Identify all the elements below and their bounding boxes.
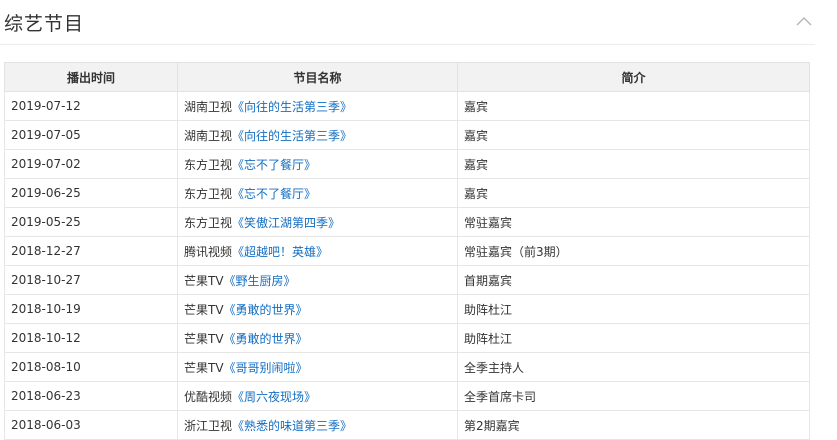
air-date-cell: 2019-07-05 (4, 120, 178, 150)
variety-show-table: 播出时间 节目名称 简介 2019-07-12 湖南卫视《向往的生活第三季》 嘉宾 2… (4, 62, 810, 440)
chevron-up-icon (796, 17, 812, 26)
air-date-cell: 2018-10-19 (4, 294, 178, 324)
channel-name: 芒果TV (184, 302, 224, 317)
air-date-cell: 2018-10-12 (4, 323, 178, 353)
show-link[interactable]: 《野生厨房》 (224, 274, 296, 288)
table-row: 2018-10-27 芒果TV《野生厨房》 首期嘉宾 (4, 265, 810, 295)
show-link[interactable]: 《忘不了餐厅》 (232, 187, 316, 201)
show-name-cell: 芒果TV《勇敢的世界》 (177, 323, 458, 353)
description-cell: 常驻嘉宾 (457, 207, 810, 237)
air-date-cell: 2019-07-02 (4, 149, 178, 179)
show-link[interactable]: 《勇敢的世界》 (224, 303, 308, 317)
show-name-cell: 湖南卫视《向往的生活第三季》 (177, 91, 458, 121)
description-cell: 助阵杜江 (457, 323, 810, 353)
show-name-cell: 浙江卫视《熟悉的味道第三季》 (177, 410, 458, 440)
show-name-cell: 芒果TV《野生厨房》 (177, 265, 458, 295)
section-title: 综艺节目 (4, 13, 85, 35)
header-description: 简介 (457, 62, 810, 92)
air-date-cell: 2018-06-23 (4, 381, 178, 411)
channel-name: 湖南卫视 (184, 128, 233, 143)
show-name-cell: 腾讯视频《超越吧！英雄》 (177, 236, 458, 266)
show-name-cell: 湖南卫视《向往的生活第三季》 (177, 120, 458, 150)
channel-name: 芒果TV (184, 360, 224, 375)
air-date-cell: 2018-12-27 (4, 236, 178, 266)
channel-name: 东方卫视 (184, 186, 233, 201)
section-header: 综艺节目 (0, 0, 815, 45)
header-show-name: 节目名称 (177, 62, 458, 92)
description-cell: 常驻嘉宾（前3期） (457, 236, 810, 266)
air-date-cell: 2019-05-25 (4, 207, 178, 237)
show-link[interactable]: 《勇敢的世界》 (224, 332, 308, 346)
channel-name: 腾讯视频 (184, 244, 233, 259)
description-cell: 嘉宾 (457, 149, 810, 179)
show-name-cell: 优酷视频《周六夜现场》 (177, 381, 458, 411)
air-date-cell: 2018-10-27 (4, 265, 178, 295)
channel-name: 芒果TV (184, 273, 224, 288)
air-date-cell: 2019-07-12 (4, 91, 178, 121)
description-cell: 嘉宾 (457, 178, 810, 208)
show-name-cell: 东方卫视《忘不了餐厅》 (177, 178, 458, 208)
header-air-date: 播出时间 (4, 62, 178, 92)
channel-name: 浙江卫视 (184, 418, 233, 433)
table-row: 2018-08-10 芒果TV《哥哥别闹啦》 全季主持人 (4, 352, 810, 382)
show-link[interactable]: 《向往的生活第三季》 (232, 100, 352, 114)
air-date-cell: 2018-06-03 (4, 410, 178, 440)
show-link[interactable]: 《向往的生活第三季》 (232, 129, 352, 143)
description-cell: 嘉宾 (457, 120, 810, 150)
table-row: 2018-10-19 芒果TV《勇敢的世界》 助阵杜江 (4, 294, 810, 324)
show-name-cell: 芒果TV《勇敢的世界》 (177, 294, 458, 324)
table-row: 2019-06-25 东方卫视《忘不了餐厅》 嘉宾 (4, 178, 810, 208)
table-row: 2018-10-12 芒果TV《勇敢的世界》 助阵杜江 (4, 323, 810, 353)
show-link[interactable]: 《周六夜现场》 (232, 390, 316, 404)
air-date-cell: 2019-06-25 (4, 178, 178, 208)
description-cell: 首期嘉宾 (457, 265, 810, 295)
table-row: 2019-07-02 东方卫视《忘不了餐厅》 嘉宾 (4, 149, 810, 179)
show-link[interactable]: 《哥哥别闹啦》 (224, 361, 308, 375)
table-row: 2019-07-12 湖南卫视《向往的生活第三季》 嘉宾 (4, 91, 810, 121)
show-name-cell: 芒果TV《哥哥别闹啦》 (177, 352, 458, 382)
show-link[interactable]: 《忘不了餐厅》 (232, 158, 316, 172)
table-header-row: 播出时间 节目名称 简介 (4, 62, 810, 92)
channel-name: 东方卫视 (184, 157, 233, 172)
show-name-cell: 东方卫视《忘不了餐厅》 (177, 149, 458, 179)
table-row: 2019-05-25 东方卫视《笑傲江湖第四季》 常驻嘉宾 (4, 207, 810, 237)
show-link[interactable]: 《超越吧！英雄》 (232, 245, 328, 259)
description-cell: 全季主持人 (457, 352, 810, 382)
show-link[interactable]: 《笑傲江湖第四季》 (232, 216, 340, 230)
table-row: 2018-12-27 腾讯视频《超越吧！英雄》 常驻嘉宾（前3期） (4, 236, 810, 266)
description-cell: 第2期嘉宾 (457, 410, 810, 440)
collapse-button[interactable] (795, 13, 813, 27)
channel-name: 湖南卫视 (184, 99, 233, 114)
channel-name: 优酷视频 (184, 389, 233, 404)
description-cell: 助阵杜江 (457, 294, 810, 324)
description-cell: 全季首席卡司 (457, 381, 810, 411)
table-row: 2018-06-23 优酷视频《周六夜现场》 全季首席卡司 (4, 381, 810, 411)
air-date-cell: 2018-08-10 (4, 352, 178, 382)
description-cell: 嘉宾 (457, 91, 810, 121)
channel-name: 芒果TV (184, 331, 224, 346)
table-row: 2019-07-05 湖南卫视《向往的生活第三季》 嘉宾 (4, 120, 810, 150)
channel-name: 东方卫视 (184, 215, 233, 230)
show-link[interactable]: 《熟悉的味道第三季》 (232, 419, 352, 433)
variety-show-table-wrap: 播出时间 节目名称 简介 2019-07-12 湖南卫视《向往的生活第三季》 嘉宾 2… (4, 62, 810, 440)
show-name-cell: 东方卫视《笑傲江湖第四季》 (177, 207, 458, 237)
table-row: 2018-06-03 浙江卫视《熟悉的味道第三季》 第2期嘉宾 (4, 410, 810, 440)
